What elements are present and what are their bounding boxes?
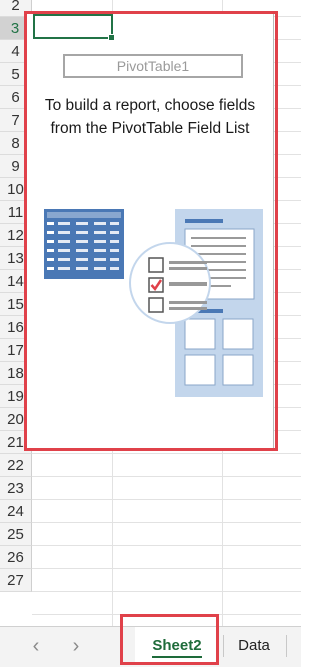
row-header-25[interactable]: 25 xyxy=(0,523,32,546)
pivottable-illustration xyxy=(44,209,263,397)
chevron-left-icon[interactable]: ‹ xyxy=(26,635,46,659)
row-divider xyxy=(32,545,301,546)
sheet-tab-bar: ‹ › Sheet2 Data xyxy=(0,626,301,667)
row-header-27[interactable]: 27 xyxy=(0,569,32,592)
row-header-26[interactable]: 26 xyxy=(0,546,32,569)
selected-cell[interactable] xyxy=(33,14,115,41)
row-divider xyxy=(32,568,301,569)
tab-sheet2[interactable]: Sheet2 xyxy=(135,627,219,665)
pivottable-instructions: To build a report, choose fields from th… xyxy=(30,94,270,140)
tab-sheet2-label: Sheet2 xyxy=(152,637,202,658)
instructions-line-1: To build a report, choose fields xyxy=(44,97,256,114)
row-divider xyxy=(32,499,301,500)
row-header-22[interactable]: 22 xyxy=(0,454,32,477)
tab-separator xyxy=(286,635,287,657)
tab-data-label: Data xyxy=(238,637,270,654)
instructions-line-2: from the PivotTable Field List xyxy=(50,120,250,137)
row-header-23[interactable]: 23 xyxy=(0,477,32,500)
chevron-right-icon[interactable]: › xyxy=(66,635,86,659)
field-list-icon xyxy=(129,242,211,324)
row-divider xyxy=(32,522,301,523)
row-header-24[interactable]: 24 xyxy=(0,500,32,523)
tab-separator xyxy=(223,635,224,657)
row-divider xyxy=(32,476,301,477)
pivottable-name-box: PivotTable1 xyxy=(63,54,243,78)
row-divider xyxy=(32,614,301,615)
row-divider xyxy=(32,591,301,592)
tab-data[interactable]: Data xyxy=(226,627,282,665)
row-divider xyxy=(32,453,301,454)
source-table-icon xyxy=(44,209,124,279)
